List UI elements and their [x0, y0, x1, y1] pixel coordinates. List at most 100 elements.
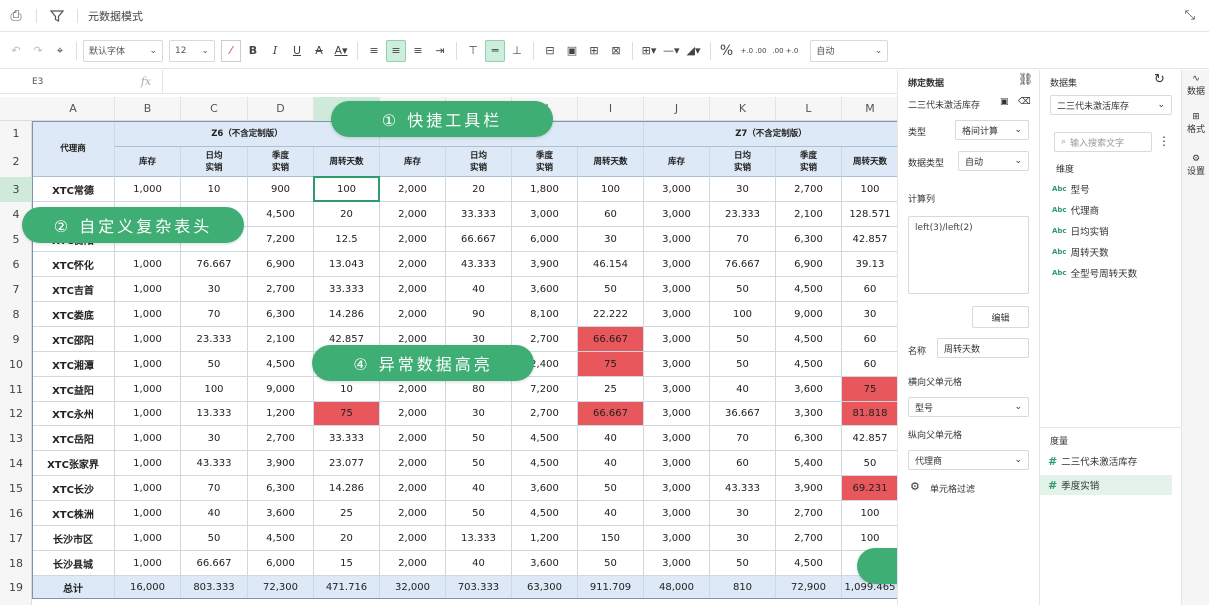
data-cell[interactable]: 70	[181, 476, 248, 501]
decrease-decimal-button[interactable]: .00 +.0	[770, 40, 800, 62]
data-cell[interactable]: 1,800	[512, 177, 578, 202]
data-cell[interactable]: 9,000	[776, 302, 842, 327]
cell-filter-link[interactable]: 单元格过滤	[930, 482, 975, 495]
fill-color-icon[interactable]: ◢▾	[684, 40, 704, 62]
data-cell[interactable]: 4,500	[512, 501, 578, 526]
valign-top-icon[interactable]: ⊤	[463, 40, 483, 62]
data-cell[interactable]: 43.333	[446, 252, 512, 277]
data-cell[interactable]: 4,500	[512, 426, 578, 451]
data-cell[interactable]: 1,000	[115, 501, 181, 526]
data-cell[interactable]: 2,000	[380, 227, 446, 252]
data-cell[interactable]: 15	[314, 551, 380, 576]
row-label-cell[interactable]: XTC怀化	[32, 252, 115, 277]
row-label-cell[interactable]: XTC长沙	[32, 476, 115, 501]
data-cell[interactable]: 1,000	[115, 402, 181, 426]
search-input[interactable]: ⌕ 输入搜索文字	[1054, 132, 1152, 152]
data-cell[interactable]: 2,100	[248, 327, 314, 352]
row-label-cell[interactable]: 长沙县城	[32, 551, 115, 576]
data-cell[interactable]: 20	[314, 526, 380, 551]
dimension-item[interactable]: Abc 周转天数	[1052, 245, 1109, 259]
data-cell[interactable]: 43.333	[181, 451, 248, 476]
column-header-j[interactable]: J	[644, 97, 710, 121]
row-header-19[interactable]: 19	[0, 576, 32, 599]
data-cell[interactable]: 2,700	[248, 426, 314, 451]
data-cell[interactable]: 60	[578, 202, 644, 227]
tab-format[interactable]: ⊞ 格式	[1182, 112, 1209, 135]
data-cell[interactable]: 3,900	[512, 252, 578, 277]
data-cell[interactable]: 3,000	[644, 526, 710, 551]
data-cell[interactable]: 2,000	[380, 277, 446, 302]
data-cell[interactable]: 23.077	[314, 451, 380, 476]
data-cell[interactable]: 3,000	[644, 327, 710, 352]
data-cell[interactable]: 36.667	[710, 402, 776, 426]
datatype-select[interactable]: 自动 ⌄	[958, 151, 1029, 171]
row-label-cell[interactable]: XTC岳阳	[32, 426, 115, 451]
data-cell[interactable]: 30	[181, 277, 248, 302]
data-cell[interactable]: 2,000	[380, 451, 446, 476]
data-cell[interactable]: 6,300	[248, 476, 314, 501]
data-cell[interactable]: 2,000	[380, 476, 446, 501]
data-cell[interactable]: 50	[446, 451, 512, 476]
data-cell[interactable]: 2,700	[248, 277, 314, 302]
data-cell[interactable]: 3,000	[644, 227, 710, 252]
data-cell[interactable]: 81.818	[842, 402, 897, 426]
data-cell[interactable]: 33.333	[314, 426, 380, 451]
data-cell[interactable]: 3,300	[776, 402, 842, 426]
data-cell[interactable]: 33.333	[314, 277, 380, 302]
data-cell[interactable]: 1,000	[115, 302, 181, 327]
data-cell[interactable]: 76.667	[181, 252, 248, 277]
data-cell[interactable]: 46.154	[578, 252, 644, 277]
header-subcell[interactable]: 周转天数	[842, 147, 897, 177]
data-cell[interactable]: 2,000	[380, 177, 446, 202]
column-header-k[interactable]: K	[710, 97, 776, 121]
percent-button[interactable]: %	[717, 40, 737, 62]
data-cell[interactable]: 30	[710, 526, 776, 551]
data-cell[interactable]: 3,000	[644, 551, 710, 576]
row-header-14[interactable]: 14	[0, 451, 32, 476]
total-cell[interactable]: 471.716	[314, 576, 380, 599]
row-label-cell[interactable]: XTC株洲	[32, 501, 115, 526]
data-cell[interactable]: 30	[578, 227, 644, 252]
data-cell[interactable]: 2,700	[776, 526, 842, 551]
data-cell[interactable]: 42.857	[842, 426, 897, 451]
data-cell[interactable]: 40	[181, 501, 248, 526]
data-cell[interactable]: 22.222	[578, 302, 644, 327]
data-cell[interactable]: 100	[842, 501, 897, 526]
data-cell[interactable]: 2,000	[380, 252, 446, 277]
data-cell[interactable]: 60	[842, 277, 897, 302]
data-cell[interactable]: 9,000	[248, 377, 314, 402]
data-cell[interactable]: 1,000	[115, 377, 181, 402]
data-cell[interactable]: 1,200	[248, 402, 314, 426]
measure-item[interactable]: # 二三代未激活库存	[1048, 454, 1137, 469]
data-cell[interactable]: 66.667	[181, 551, 248, 576]
font-size-select[interactable]: 12 ⌄	[169, 39, 215, 62]
row-header-6[interactable]: 6	[0, 252, 32, 277]
data-cell[interactable]: 70	[710, 426, 776, 451]
gear-icon[interactable]: ⚙	[910, 480, 920, 493]
column-header-m[interactable]: M	[842, 97, 897, 121]
data-cell[interactable]: 7,200	[512, 377, 578, 402]
data-cell[interactable]: 13.333	[181, 402, 248, 426]
data-cell[interactable]: 50	[710, 352, 776, 377]
data-cell[interactable]: 2,000	[380, 402, 446, 426]
data-cell[interactable]: 3,000	[644, 501, 710, 526]
total-cell[interactable]: 810	[710, 576, 776, 599]
filter-icon[interactable]	[41, 0, 73, 32]
row-label-cell[interactable]: XTC湘潭	[32, 352, 115, 377]
formula-input[interactable]	[162, 69, 897, 94]
vparent-select[interactable]: 代理商 ⌄	[908, 450, 1029, 470]
header-subcell[interactable]: 周转天数	[578, 147, 644, 177]
data-cell[interactable]: 75	[842, 377, 897, 402]
data-cell[interactable]: 2,000	[380, 302, 446, 327]
header-group[interactable]: Z7（不含定制版）	[644, 121, 897, 147]
dimension-item[interactable]: Abc 型号	[1052, 182, 1090, 196]
data-cell[interactable]: 100	[181, 377, 248, 402]
data-cell[interactable]: 6,000	[248, 551, 314, 576]
column-header-b[interactable]: B	[115, 97, 181, 121]
data-cell[interactable]: 1,000	[115, 526, 181, 551]
data-cell[interactable]: 150	[578, 526, 644, 551]
data-cell[interactable]: 14.286	[314, 302, 380, 327]
row-label-cell[interactable]: XTC邵阳	[32, 327, 115, 352]
data-cell[interactable]: 39.13	[842, 252, 897, 277]
cell-reference[interactable]: E3	[0, 77, 130, 87]
